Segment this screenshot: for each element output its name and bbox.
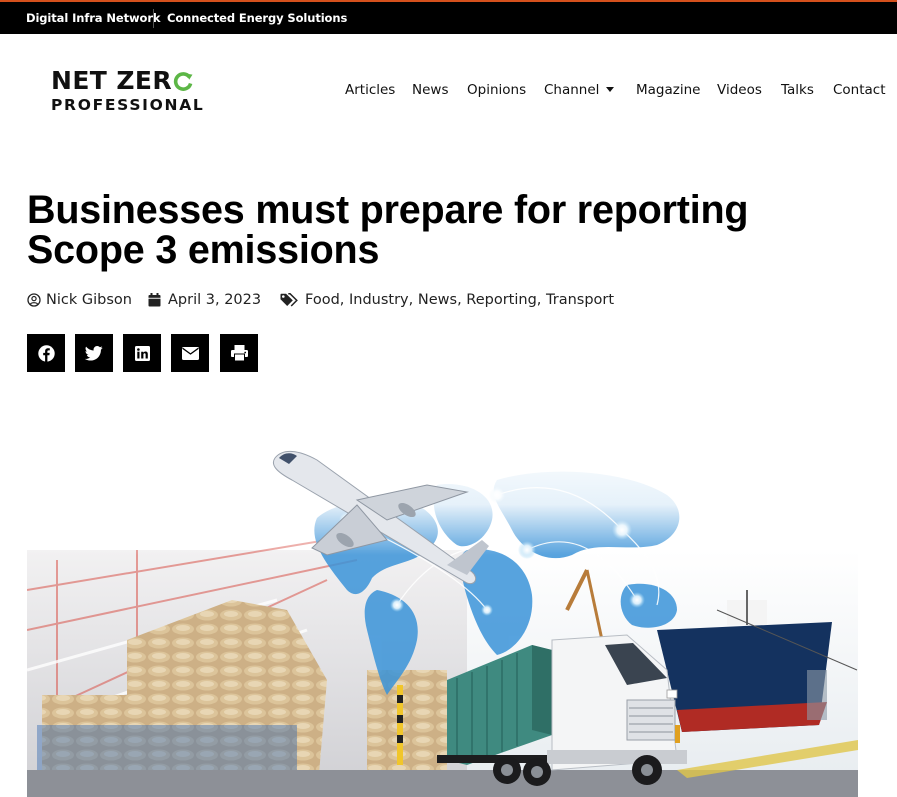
share-email-button[interactable] bbox=[171, 334, 209, 372]
nav-item-videos[interactable]: Videos bbox=[717, 82, 762, 98]
nav-item-opinions[interactable]: Opinions bbox=[467, 82, 526, 98]
topbar-link-digital-infra-network[interactable]: Digital Infra Network bbox=[26, 11, 161, 25]
share-twitter-button[interactable] bbox=[75, 334, 113, 372]
tag-link-news[interactable]: News bbox=[418, 292, 457, 308]
publish-date: April 3, 2023 bbox=[168, 292, 262, 308]
share-linkedin-button[interactable] bbox=[123, 334, 161, 372]
tag-link-reporting[interactable]: Reporting bbox=[466, 292, 537, 308]
share-print-button[interactable] bbox=[220, 334, 258, 372]
tag-link-transport[interactable]: Transport bbox=[546, 292, 614, 308]
author-name: Nick Gibson bbox=[46, 292, 132, 308]
linkedin-icon bbox=[134, 345, 150, 361]
share-facebook-button[interactable] bbox=[27, 334, 65, 372]
facebook-icon bbox=[37, 344, 55, 362]
article-title: Businesses must prepare for reporting Sc… bbox=[27, 190, 827, 270]
user-circle-icon bbox=[27, 293, 41, 307]
article-hero-image bbox=[27, 440, 858, 797]
tags-meta: Food, Industry, News, Reporting, Transpo… bbox=[280, 292, 614, 308]
tag-link-industry[interactable]: Industry bbox=[349, 292, 409, 308]
tag-link-food[interactable]: Food bbox=[305, 292, 340, 308]
calendar-icon bbox=[148, 293, 161, 307]
email-icon bbox=[181, 346, 199, 360]
nav-item-news[interactable]: News bbox=[412, 82, 448, 98]
main-nav: Articles News Opinions Channel Magazine … bbox=[0, 82, 897, 102]
article-title-line-1: Businesses must prepare for reporting bbox=[27, 188, 749, 232]
topbar-divider bbox=[153, 9, 154, 28]
top-bar: Digital Infra Network Connected Energy S… bbox=[0, 0, 897, 34]
nav-item-channel[interactable]: Channel bbox=[544, 82, 615, 98]
date-meta: April 3, 2023 bbox=[148, 292, 261, 308]
topbar-link-connected-energy-solutions[interactable]: Connected Energy Solutions bbox=[167, 11, 347, 25]
twitter-icon bbox=[85, 345, 103, 361]
nav-item-articles[interactable]: Articles bbox=[345, 82, 395, 98]
tags-icon bbox=[280, 292, 298, 307]
article-title-line-2: Scope 3 emissions bbox=[27, 228, 380, 272]
article-meta: Nick Gibson April 3, 2023 Food, Industry… bbox=[27, 292, 727, 312]
print-icon bbox=[230, 345, 248, 361]
nav-item-channel-label: Channel bbox=[544, 82, 600, 98]
nav-item-talks[interactable]: Talks bbox=[781, 82, 814, 98]
nav-item-contact[interactable]: Contact bbox=[833, 82, 886, 98]
author-meta[interactable]: Nick Gibson bbox=[27, 292, 132, 308]
logistics-illustration bbox=[27, 440, 858, 797]
chevron-down-icon bbox=[606, 87, 615, 92]
nav-item-magazine[interactable]: Magazine bbox=[636, 82, 700, 98]
